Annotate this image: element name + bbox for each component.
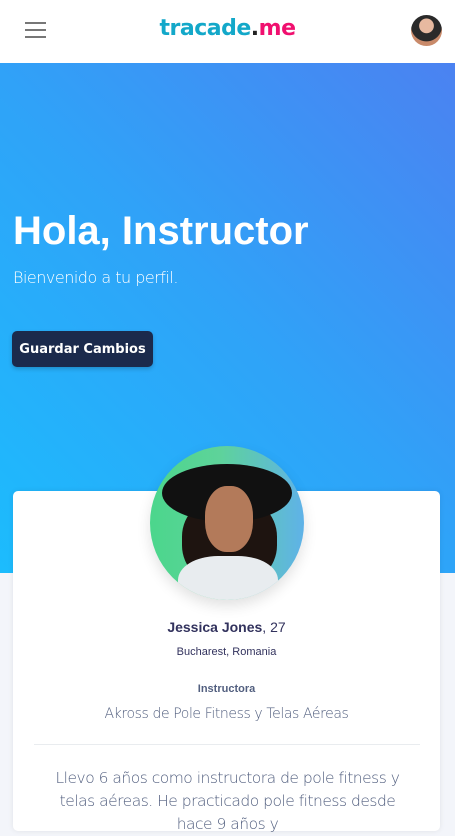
user-avatar[interactable] — [411, 15, 442, 46]
logo[interactable]: tracade.me — [0, 16, 455, 41]
profile-age: , 27 — [262, 619, 286, 635]
profile-bio: Llevo 6 años como instructora de pole fi… — [55, 769, 400, 833]
profile-avatar — [150, 446, 304, 600]
profile-name: Jessica Jones — [167, 619, 263, 635]
logo-dot: . — [250, 16, 259, 41]
save-changes-button[interactable]: Guardar Cambios — [12, 331, 153, 367]
divider — [34, 744, 420, 745]
logo-suffix: me — [258, 16, 296, 41]
profile-role: Instructora — [197, 683, 256, 695]
logo-text: tracade — [159, 16, 252, 41]
profile-studio: Akross de Pole Fitness y Telas Aéreas — [104, 706, 349, 722]
profile-name-age: Jessica Jones, 27 — [13, 619, 440, 635]
page-subtitle: Bienvenido a tu perfil. — [13, 268, 178, 287]
profile-location: Bucharest, Romania — [176, 646, 277, 658]
top-navbar: tracade.me — [0, 0, 455, 63]
page-title: Hola, Instructor — [13, 209, 309, 253]
